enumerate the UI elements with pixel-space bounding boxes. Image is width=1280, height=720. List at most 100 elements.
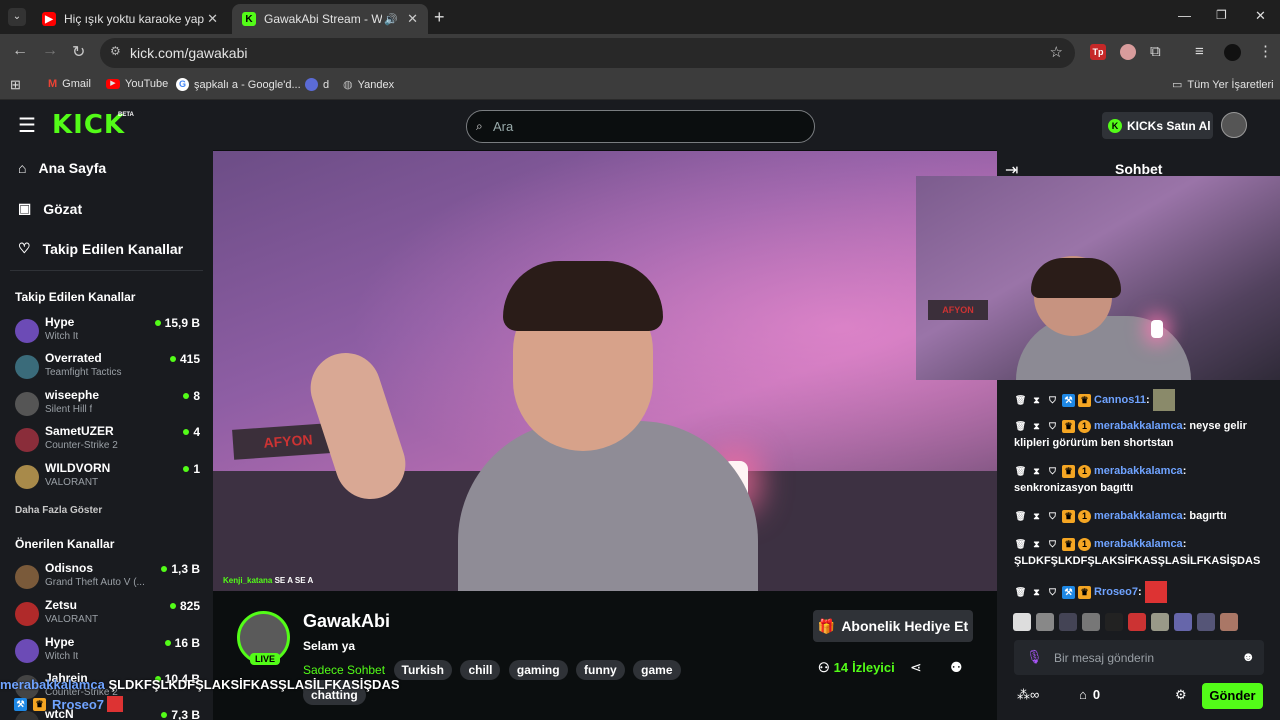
profile-avatar[interactable] (1224, 44, 1241, 61)
search-input[interactable]: ⌕ Ara (466, 110, 815, 143)
tab-kick[interactable]: K GawakAbi Stream - Watch L 🔊 ✕ (232, 4, 428, 34)
channel-name[interactable]: GawakAbi (303, 611, 390, 632)
tag[interactable]: game (633, 660, 681, 680)
all-bookmarks[interactable]: ▭ Tüm Yer İşaretleri (1172, 78, 1274, 92)
back-icon[interactable]: ← (12, 42, 28, 60)
maximize-button[interactable]: ❐ (1216, 8, 1227, 22)
trash-icon[interactable]: 🗑 (1014, 586, 1027, 599)
close-tab-icon[interactable]: ✕ (407, 11, 418, 27)
microphone-icon[interactable]: 🎙 (1026, 649, 1043, 665)
emote[interactable] (1151, 613, 1169, 631)
bookmark-star-icon[interactable]: ☆ (1050, 43, 1063, 61)
new-tab-button[interactable]: + (434, 7, 445, 28)
chat-username[interactable]: Cannos11 (1094, 394, 1146, 406)
show-more-link[interactable]: Daha Fazla Göster (15, 505, 102, 516)
follow-user-icon[interactable]: ⚉ (950, 659, 963, 676)
audio-playing-icon[interactable]: 🔊 (384, 13, 398, 26)
extension-icon[interactable]: Tp (1090, 44, 1106, 60)
tag[interactable]: chill (460, 660, 501, 680)
reload-icon[interactable]: ↻ (72, 42, 85, 62)
bookmark-google[interactable]: G şapkalı a - Google'd... (176, 78, 301, 91)
bookmark-gmail[interactable]: M Gmail (48, 78, 91, 90)
timeout-icon[interactable]: ⧗ (1030, 420, 1043, 433)
bookmark-youtube[interactable]: ▶ YouTube (106, 78, 168, 90)
channel-item[interactable]: WILDVORN VALORANT 1 (15, 461, 200, 497)
chat-username[interactable]: merabakkalamca (1094, 538, 1183, 550)
channel-item[interactable]: SametUZER Counter-Strike 2 4 (15, 424, 200, 460)
chat-username[interactable]: merabakkalamca (1094, 465, 1183, 477)
channel-item[interactable]: Odisnos Grand Theft Auto V (... 1,3 B (15, 561, 200, 597)
emote[interactable] (1059, 613, 1077, 631)
chat-settings-icon[interactable]: ⚙ (1175, 687, 1187, 703)
channel-item[interactable]: Zetsu VALORANT 825 (15, 598, 200, 634)
emote[interactable] (1105, 613, 1123, 631)
trash-icon[interactable]: 🗑 (1014, 510, 1027, 523)
url-input[interactable]: ⚙ kick.com/gawakabi ☆ (100, 38, 1075, 68)
timeout-icon[interactable]: ⧗ (1030, 465, 1043, 478)
timeout-icon[interactable]: ⧗ (1030, 394, 1043, 407)
buy-kicks-button[interactable]: K KICKs Satın Al (1102, 112, 1213, 139)
menu-hamburger-icon[interactable]: ☰ (18, 113, 36, 138)
channel-item[interactable]: Overrated Teamfight Tactics 415 (15, 351, 200, 387)
extension-icon[interactable] (1120, 44, 1136, 60)
close-window-button[interactable]: ✕ (1255, 8, 1266, 24)
live-dot-icon (183, 393, 190, 399)
emote[interactable] (1013, 613, 1031, 631)
more-menu-icon[interactable]: ⋮ (1258, 42, 1273, 60)
sidebar-item-browse[interactable]: ▣ Gözat (18, 200, 82, 217)
tag[interactable]: gaming (508, 660, 568, 680)
beta-label: BETA (118, 112, 134, 118)
timeout-icon[interactable]: ⧗ (1030, 510, 1043, 523)
user-avatar[interactable] (1221, 112, 1247, 138)
tab-search-button[interactable]: ⌄ (8, 8, 26, 26)
gift-sub-button[interactable]: 🎁 Abonelik Hediye Et (813, 610, 973, 642)
chat-username[interactable]: Rroseo7 (1094, 586, 1138, 598)
bookmark-d[interactable]: d (305, 78, 329, 91)
chat-input[interactable]: 🎙 Bir mesaj gönderin ☻ (1014, 640, 1264, 675)
close-tab-icon[interactable]: ✕ (207, 11, 218, 27)
chat-username[interactable]: merabakkalamca (1094, 420, 1183, 432)
share-icon[interactable]: ⋖ (910, 659, 922, 676)
channel-game: Counter-Strike 2 (45, 440, 118, 451)
kick-logo[interactable]: KICK (52, 110, 125, 140)
shield-icon: ⛉ (1049, 586, 1056, 597)
timeout-icon[interactable]: ⧗ (1030, 586, 1043, 599)
tab-youtube[interactable]: ▶ Hiç ışık yoktu karaoke yapan ço ✕ (32, 4, 228, 34)
sidebar-item-home[interactable]: ⌂ Ana Sayfa (18, 160, 106, 176)
site-info-icon[interactable]: ⚙ (110, 44, 121, 58)
shield-icon: ⛉ (1049, 465, 1056, 476)
trash-icon[interactable]: 🗑 (1014, 538, 1027, 551)
tag[interactable]: funny (576, 660, 625, 680)
chat-username[interactable]: merabakkalamca (1094, 510, 1183, 522)
channel-item[interactable]: Hype Witch It 15,9 B (15, 315, 200, 351)
emote[interactable] (1197, 613, 1215, 631)
emoji-icon[interactable]: ☻ (1241, 649, 1255, 664)
apps-grid-icon[interactable]: ⊞ (10, 77, 21, 93)
chat-message: 🗑 ⧗ ⛉ ♛ 1 merabakkalamca: senkronizasyon bagı… (1014, 463, 1269, 497)
minimize-button[interactable]: — (1178, 8, 1191, 23)
emote[interactable] (1128, 613, 1146, 631)
kicks-balance[interactable]: ⌂ 0 (1079, 687, 1100, 702)
send-button[interactable]: Gönder (1202, 683, 1263, 709)
media-control-icon[interactable]: ≡ (1195, 43, 1204, 60)
video-player[interactable]: AFYON Kenji_katana SE A SE A (213, 151, 997, 591)
emote[interactable] (1174, 613, 1192, 631)
emote[interactable] (1220, 613, 1238, 631)
picture-in-picture-window[interactable]: AFYON (916, 176, 1280, 380)
timeout-icon[interactable]: ⧗ (1030, 538, 1043, 551)
emote[interactable] (1036, 613, 1054, 631)
forward-icon[interactable]: → (42, 42, 58, 60)
trash-icon[interactable]: 🗑 (1014, 420, 1027, 433)
bookmark-label: YouTube (125, 78, 169, 90)
youtube-icon: ▶ (42, 12, 56, 26)
extensions-puzzle-icon[interactable]: ⧉ (1150, 43, 1161, 60)
trash-icon[interactable]: 🗑 (1014, 394, 1027, 407)
channel-points-icon[interactable]: ⁂∞ (1017, 687, 1039, 703)
channel-item[interactable]: Hype Witch It 16 B (15, 635, 200, 671)
tag[interactable]: Turkish (393, 660, 452, 680)
trash-icon[interactable]: 🗑 (1014, 465, 1027, 478)
channel-item[interactable]: wiseephe Silent Hill f 8 (15, 388, 200, 424)
bookmark-yandex[interactable]: ◍ Yandex (343, 78, 394, 92)
emote[interactable] (1082, 613, 1100, 631)
sidebar-item-following[interactable]: ♡ Takip Edilen Kanallar (18, 240, 183, 257)
